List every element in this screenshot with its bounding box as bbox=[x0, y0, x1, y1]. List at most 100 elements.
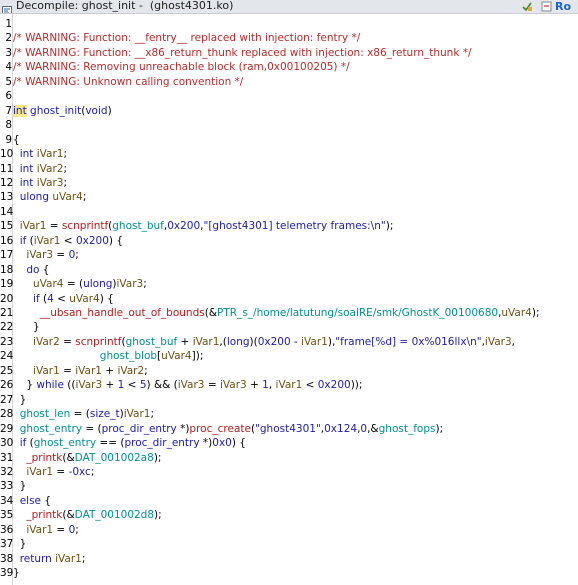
code-token-plain[interactable]: , bbox=[512, 336, 515, 348]
code-text[interactable]: if (iVar1 < 0x200) { bbox=[13, 234, 123, 248]
code-token-var[interactable]: iVar3 bbox=[485, 336, 512, 348]
code-token-plain[interactable]: = ( bbox=[64, 278, 83, 290]
code-token-plain[interactable]: + bbox=[102, 379, 117, 391]
code-token-plain[interactable]: = bbox=[204, 379, 219, 391]
code-token-var[interactable]: iVar3 bbox=[26, 249, 53, 261]
code-token-plain[interactable] bbox=[13, 423, 20, 435]
code-line[interactable]: 35 _printk(&DAT_001002d8); bbox=[0, 508, 578, 522]
code-token-plain[interactable]: < bbox=[60, 235, 75, 247]
code-token-plain[interactable]: ) bbox=[108, 105, 112, 117]
code-line[interactable]: 3/* WARNING: Function: __x86_return_thun… bbox=[0, 46, 578, 60]
code-token-var[interactable]: uVar4 bbox=[69, 293, 99, 305]
code-line[interactable]: 27 } bbox=[0, 393, 578, 407]
code-token-num[interactable]: 5 bbox=[140, 379, 147, 391]
code-token-plain[interactable]: = bbox=[53, 249, 68, 261]
code-token-global[interactable]: DAT_001002a8 bbox=[75, 452, 154, 464]
code-token-type[interactable]: int bbox=[20, 148, 34, 160]
code-line[interactable]: 19 uVar4 = (ulong)iVar3; bbox=[0, 277, 578, 291]
code-token-type[interactable]: ulong bbox=[83, 278, 112, 290]
code-token-var[interactable]: iVar1 bbox=[34, 235, 61, 247]
code-token-plain[interactable]: ; bbox=[63, 148, 67, 160]
code-token-type[interactable]: size_t bbox=[90, 408, 120, 420]
code-text[interactable]: iVar3 = 0; bbox=[13, 248, 79, 262]
code-token-num[interactable]: 0x200 bbox=[167, 220, 200, 232]
code-token-plain[interactable] bbox=[13, 509, 26, 521]
code-line[interactable]: 7 int ghost_init(void) bbox=[0, 104, 578, 118]
code-token-num[interactable]: 1 bbox=[262, 379, 269, 391]
code-token-num[interactable]: 0x200 bbox=[76, 235, 109, 247]
code-token-plain[interactable]: ( bbox=[26, 235, 34, 247]
code-text[interactable]: int iVar1; bbox=[13, 147, 67, 161]
code-token-plain[interactable]: ); bbox=[386, 220, 394, 232]
code-token-plain[interactable]: ); bbox=[435, 423, 443, 435]
code-text[interactable]: } bbox=[13, 479, 27, 493]
code-token-plain[interactable]: ); bbox=[154, 509, 162, 521]
code-token-plain[interactable]: } bbox=[13, 379, 36, 391]
code-token-plain[interactable]: + bbox=[247, 379, 262, 391]
code-line[interactable]: 9{ bbox=[0, 133, 578, 147]
code-line[interactable]: 29 ghost_entry = (proc_dir_entry *)proc_… bbox=[0, 422, 578, 436]
code-token-plain[interactable]: { bbox=[13, 134, 20, 146]
code-token-plain[interactable]: } bbox=[13, 480, 27, 492]
code-line[interactable]: 34 else { bbox=[0, 494, 578, 508]
code-line[interactable]: 25 iVar1 = iVar1 + iVar2; bbox=[0, 364, 578, 378]
code-token-plain[interactable]: = bbox=[53, 524, 68, 536]
code-token-plain[interactable] bbox=[13, 350, 100, 362]
code-token-type[interactable]: proc_dir_entry bbox=[124, 437, 199, 449]
code-text[interactable]: iVar1 = scnprintf(ghost_buf,0x200,"[ghos… bbox=[13, 219, 394, 233]
code-text[interactable]: /* WARNING: Unknown calling convention *… bbox=[13, 75, 243, 89]
code-token-plain[interactable]: + bbox=[102, 365, 117, 377]
code-token-global[interactable]: ghost_buf bbox=[126, 336, 178, 348]
code-token-plain[interactable]: } bbox=[13, 538, 27, 550]
code-token-plain[interactable]: ) { bbox=[109, 235, 123, 247]
code-token-var[interactable]: iVar3 bbox=[75, 379, 102, 391]
snapshot-icon[interactable] bbox=[520, 0, 533, 12]
code-line[interactable]: 26 } while ((iVar3 + 1 < 5) && (iVar3 = … bbox=[0, 378, 578, 392]
code-token-var[interactable]: iVar3 bbox=[37, 177, 64, 189]
code-line[interactable]: 4/* WARNING: Removing unreachable block … bbox=[0, 60, 578, 74]
code-line[interactable]: 38 return iVar1; bbox=[0, 552, 578, 566]
code-token-var[interactable]: iVar1 bbox=[55, 553, 82, 565]
code-token-global[interactable]: ghost_len bbox=[20, 408, 71, 420]
code-token-plain[interactable]: ,& bbox=[367, 423, 379, 435]
code-token-plain[interactable]: ); bbox=[154, 452, 162, 464]
code-token-plain[interactable]: ; bbox=[63, 163, 67, 175]
code-token-plain[interactable]: = bbox=[60, 365, 75, 377]
code-text[interactable]: int ghost_init(void) bbox=[13, 104, 112, 118]
code-text[interactable]: __ubsan_handle_out_of_bounds(&PTR_s_/hom… bbox=[13, 306, 540, 320]
code-line[interactable]: 37 } bbox=[0, 537, 578, 551]
code-line[interactable]: 12 int iVar3; bbox=[0, 176, 578, 190]
code-token-global[interactable]: DAT_001002d8 bbox=[75, 509, 154, 521]
code-token-plain[interactable] bbox=[13, 452, 26, 464]
code-token-global[interactable]: ghost_blob bbox=[100, 350, 157, 362]
code-line[interactable]: 5/* WARNING: Unknown calling convention … bbox=[0, 75, 578, 89]
code-token-num[interactable]: 0x200 bbox=[318, 379, 351, 391]
code-token-global[interactable]: ghost_entry bbox=[34, 437, 96, 449]
read-only-badge[interactable]: Ro bbox=[555, 0, 577, 13]
code-token-num[interactable]: -0xc bbox=[69, 466, 91, 478]
code-text[interactable]: if (4 < uVar4) { bbox=[13, 292, 114, 306]
code-text[interactable]: { bbox=[13, 133, 20, 147]
code-token-var[interactable]: iVar3 bbox=[178, 379, 205, 391]
code-token-var[interactable]: uVar4 bbox=[161, 350, 191, 362]
code-token-global[interactable]: ghost_fops bbox=[379, 423, 436, 435]
code-token-plain[interactable]: ; bbox=[75, 249, 79, 261]
code-token-plain[interactable] bbox=[13, 437, 20, 449]
code-text[interactable]: _printk(&DAT_001002a8); bbox=[13, 451, 161, 465]
code-token-kw[interactable]: do bbox=[26, 264, 39, 276]
code-token-var[interactable]: iVar1 bbox=[193, 336, 220, 348]
code-text[interactable]: do { bbox=[13, 263, 49, 277]
code-token-num[interactable]: 0x200 bbox=[258, 336, 291, 348]
code-token-plain[interactable]: ,( bbox=[219, 336, 226, 348]
code-text[interactable]: /* WARNING: Function: __fentry__ replace… bbox=[13, 31, 360, 45]
code-line[interactable]: 31 _printk(&DAT_001002a8); bbox=[0, 451, 578, 465]
code-token-var[interactable]: uVar4 bbox=[33, 278, 63, 290]
code-token-plain[interactable]: ; bbox=[83, 191, 87, 203]
code-text[interactable]: ghost_len = (size_t)iVar1; bbox=[13, 407, 154, 421]
code-text[interactable]: return iVar1; bbox=[13, 552, 86, 566]
code-line[interactable]: 23 iVar2 = scnprintf(ghost_buf + iVar1,(… bbox=[0, 335, 578, 349]
code-line[interactable]: 10 int iVar1; bbox=[0, 147, 578, 161]
code-token-comment[interactable]: /* WARNING: Removing unreachable block (… bbox=[13, 61, 350, 73]
code-token-plain[interactable]: ); bbox=[532, 307, 540, 319]
code-line[interactable]: 6 bbox=[0, 89, 578, 103]
